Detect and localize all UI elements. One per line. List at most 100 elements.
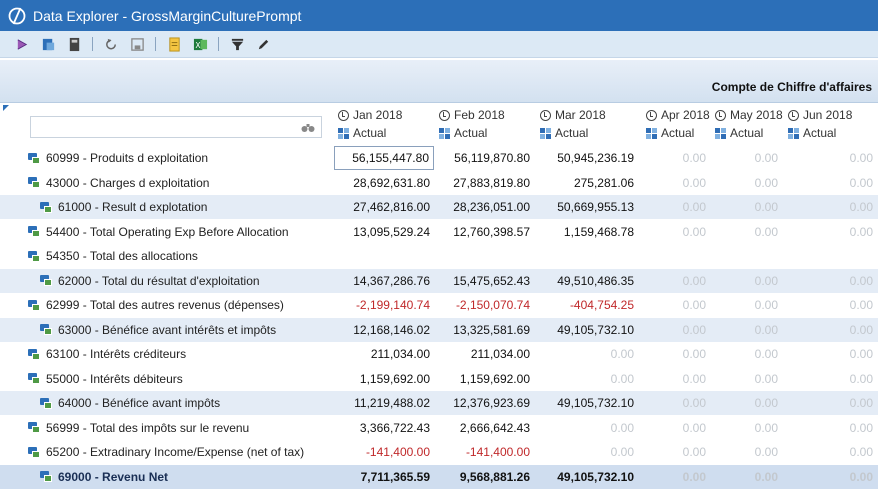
data-cell[interactable]: 275,281.06 bbox=[536, 171, 638, 195]
data-cell[interactable]: 13,325,581.69 bbox=[436, 318, 534, 342]
data-cell[interactable]: 211,034.00 bbox=[334, 342, 434, 366]
data-cell[interactable] bbox=[536, 244, 638, 268]
data-cell[interactable]: 12,760,398.57 bbox=[436, 220, 534, 244]
binoculars-icon[interactable] bbox=[301, 121, 315, 133]
table-row[interactable]: 62999 - Total des autres revenus (dépens… bbox=[0, 293, 878, 317]
data-cell[interactable]: 0.00 bbox=[785, 195, 877, 219]
data-cell[interactable]: 50,945,236.19 bbox=[536, 146, 638, 170]
data-cell[interactable]: 27,883,819.80 bbox=[436, 171, 534, 195]
row-header[interactable]: 62000 - Total du résultat d'exploitation bbox=[40, 269, 260, 293]
data-cell[interactable]: 27,462,816.00 bbox=[334, 195, 434, 219]
table-row[interactable]: 65200 - Extradinary Income/Expense (net … bbox=[0, 440, 878, 464]
data-cell[interactable]: 9,568,881.26 bbox=[436, 465, 534, 489]
data-cell[interactable]: 0.00 bbox=[644, 367, 710, 391]
data-cell[interactable]: 0.00 bbox=[644, 416, 710, 440]
data-cell[interactable]: 0.00 bbox=[785, 146, 877, 170]
table-row[interactable]: 55000 - Intérêts débiteurs 1,159,692.00 1,… bbox=[0, 367, 878, 391]
row-header[interactable]: 64000 - Bénéfice avant impôts bbox=[40, 391, 220, 415]
row-header[interactable]: 60999 - Produits d exploitation bbox=[28, 146, 208, 170]
column-header[interactable]: May 2018 Actual bbox=[715, 106, 783, 142]
table-row[interactable]: 54350 - Total des allocations bbox=[0, 244, 878, 268]
data-cell[interactable]: 0.00 bbox=[712, 342, 782, 366]
data-cell[interactable]: 13,095,529.24 bbox=[334, 220, 434, 244]
data-cell[interactable]: 0.00 bbox=[712, 318, 782, 342]
row-header[interactable]: 54350 - Total des allocations bbox=[28, 244, 198, 268]
data-cell[interactable]: 49,105,732.10 bbox=[536, 391, 638, 415]
data-cell[interactable] bbox=[334, 244, 434, 268]
row-header[interactable]: 65200 - Extradinary Income/Expense (net … bbox=[28, 440, 304, 464]
data-cell[interactable]: 0.00 bbox=[785, 171, 877, 195]
data-cell[interactable]: 0.00 bbox=[712, 367, 782, 391]
data-cell[interactable]: 28,692,631.80 bbox=[334, 171, 434, 195]
data-cell[interactable]: 0.00 bbox=[785, 293, 877, 317]
data-cell[interactable]: 49,105,732.10 bbox=[536, 465, 638, 489]
data-cell[interactable] bbox=[712, 244, 782, 268]
data-cell[interactable]: 0.00 bbox=[644, 440, 710, 464]
data-cell[interactable]: 0.00 bbox=[644, 318, 710, 342]
data-cell[interactable]: 7,711,365.59 bbox=[334, 465, 434, 489]
data-cell[interactable]: 12,168,146.02 bbox=[334, 318, 434, 342]
table-row[interactable]: 62000 - Total du résultat d'exploitation… bbox=[0, 268, 878, 293]
export-icon[interactable] bbox=[40, 36, 56, 52]
table-row[interactable]: 54400 - Total Operating Exp Before Alloc… bbox=[0, 220, 878, 244]
data-cell[interactable]: 0.00 bbox=[536, 342, 638, 366]
data-cell[interactable]: -404,754.25 bbox=[536, 293, 638, 317]
row-header[interactable]: 63000 - Bénéfice avant intérêts et impôt… bbox=[40, 318, 276, 342]
data-cell[interactable]: 0.00 bbox=[644, 391, 710, 415]
data-cell[interactable]: 0.00 bbox=[712, 269, 782, 293]
data-cell[interactable]: 49,510,486.35 bbox=[536, 269, 638, 293]
table-row[interactable]: 43000 - Charges d exploitation 28,692,631… bbox=[0, 171, 878, 195]
data-cell[interactable] bbox=[785, 244, 877, 268]
row-header[interactable]: 62999 - Total des autres revenus (dépens… bbox=[28, 293, 284, 317]
data-cell[interactable]: 56,119,870.80 bbox=[436, 146, 534, 170]
data-cell[interactable]: 1,159,692.00 bbox=[334, 367, 434, 391]
data-cell[interactable]: 0.00 bbox=[536, 440, 638, 464]
row-header[interactable]: 43000 - Charges d exploitation bbox=[28, 171, 209, 195]
data-cell[interactable]: -141,400.00 bbox=[334, 440, 434, 464]
data-cell[interactable]: 12,376,923.69 bbox=[436, 391, 534, 415]
data-cell[interactable]: 0.00 bbox=[785, 465, 877, 489]
row-header[interactable]: 54400 - Total Operating Exp Before Alloc… bbox=[28, 220, 289, 244]
data-cell[interactable]: 0.00 bbox=[536, 367, 638, 391]
data-cell[interactable]: 0.00 bbox=[644, 195, 710, 219]
row-header[interactable]: 56999 - Total des impôts sur le revenu bbox=[28, 416, 249, 440]
data-cell[interactable]: 211,034.00 bbox=[436, 342, 534, 366]
filter-icon[interactable] bbox=[229, 36, 245, 52]
row-header[interactable]: 63100 - Intérêts créditeurs bbox=[28, 342, 186, 366]
row-header[interactable]: 61000 - Result d explotation bbox=[40, 195, 207, 219]
data-cell[interactable]: 3,366,722.43 bbox=[334, 416, 434, 440]
data-cell[interactable]: -2,199,140.74 bbox=[334, 293, 434, 317]
data-cell[interactable]: 0.00 bbox=[785, 220, 877, 244]
data-cell[interactable] bbox=[644, 244, 710, 268]
table-row[interactable]: 56999 - Total des impôts sur le revenu 3,… bbox=[0, 416, 878, 440]
data-cell[interactable]: 0.00 bbox=[712, 391, 782, 415]
data-cell[interactable]: 0.00 bbox=[644, 146, 710, 170]
table-row[interactable]: 60999 - Produits d exploitation 56,155,44… bbox=[0, 146, 878, 170]
data-cell[interactable]: 0.00 bbox=[712, 171, 782, 195]
column-header[interactable]: Jan 2018 Actual bbox=[338, 106, 402, 142]
row-filter-input[interactable] bbox=[30, 116, 322, 138]
data-cell[interactable]: 2,666,642.43 bbox=[436, 416, 534, 440]
table-row[interactable]: 63000 - Bénéfice avant intérêts et impôt… bbox=[0, 317, 878, 342]
data-cell[interactable]: 0.00 bbox=[536, 416, 638, 440]
data-cell[interactable]: 0.00 bbox=[644, 220, 710, 244]
data-cell[interactable]: 0.00 bbox=[785, 391, 877, 415]
data-cell[interactable]: 15,475,652.43 bbox=[436, 269, 534, 293]
data-cell[interactable]: 0.00 bbox=[785, 342, 877, 366]
column-header[interactable]: Apr 2018 Actual bbox=[646, 106, 710, 142]
undo-icon[interactable] bbox=[103, 36, 119, 52]
run-icon[interactable] bbox=[14, 36, 30, 52]
data-cell[interactable]: 0.00 bbox=[712, 465, 782, 489]
data-cell[interactable]: -2,150,070.74 bbox=[436, 293, 534, 317]
data-cell[interactable]: 0.00 bbox=[712, 195, 782, 219]
data-cell[interactable]: 0.00 bbox=[712, 146, 782, 170]
row-header[interactable]: 55000 - Intérêts débiteurs bbox=[28, 367, 183, 391]
calculator-icon[interactable] bbox=[66, 36, 82, 52]
data-cell[interactable]: 0.00 bbox=[785, 367, 877, 391]
data-cell[interactable]: 0.00 bbox=[644, 342, 710, 366]
column-header[interactable]: Feb 2018 Actual bbox=[439, 106, 505, 142]
data-cell[interactable]: 0.00 bbox=[644, 293, 710, 317]
table-row[interactable]: 63100 - Intérêts créditeurs 211,034.00 211… bbox=[0, 342, 878, 366]
data-cell[interactable]: 1,159,468.78 bbox=[536, 220, 638, 244]
table-row[interactable]: 64000 - Bénéfice avant impôts 11,219,488.… bbox=[0, 391, 878, 415]
